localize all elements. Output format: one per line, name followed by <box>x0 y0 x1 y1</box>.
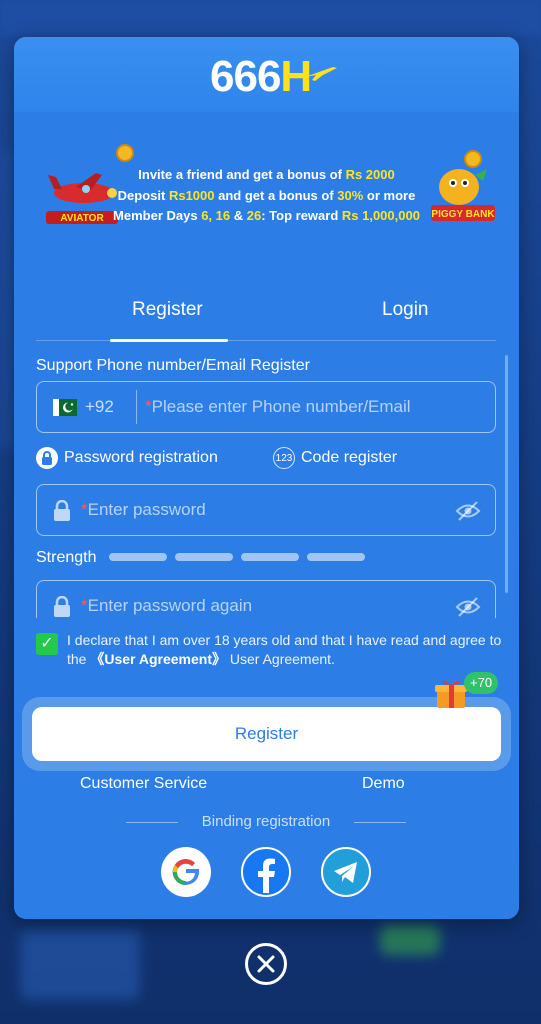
user-agreement-link[interactable]: 《User Agreement》 <box>90 651 226 667</box>
close-icon <box>257 955 275 973</box>
agree-checkbox[interactable]: ✓ <box>36 633 58 655</box>
register-button[interactable]: Register <box>32 707 501 761</box>
tab-register[interactable]: Register <box>132 299 203 321</box>
eye-hidden-icon[interactable] <box>455 500 481 522</box>
logo-text: 666 <box>210 52 281 101</box>
brand-logo: 666 H <box>210 55 339 99</box>
demo-link[interactable]: Demo <box>362 775 405 793</box>
field-divider <box>136 390 137 424</box>
strength-label: Strength <box>36 549 97 566</box>
form-scrollbar[interactable] <box>505 355 508 593</box>
phone-email-field[interactable]: +92 *Please enter Phone number/Email <box>36 381 496 433</box>
support-label: Support Phone number/Email Register <box>36 357 310 374</box>
telegram-icon <box>334 862 357 883</box>
lock-icon <box>54 596 70 617</box>
binding-line-right <box>354 822 406 823</box>
auth-tabs: Register Login <box>36 287 496 342</box>
piggy-label: PIGGY BANK <box>431 209 495 220</box>
google-login-button[interactable] <box>161 847 211 897</box>
strength-segment <box>109 553 167 561</box>
strength-segment <box>307 553 365 561</box>
background-top-bar <box>0 0 541 36</box>
background-blur-block <box>0 150 14 450</box>
country-code[interactable]: +92 <box>85 397 114 417</box>
password-again-placeholder: *Enter password again <box>81 596 253 615</box>
bonus-badge: +70 <box>464 672 499 694</box>
strength-segment <box>241 553 299 561</box>
customer-service-link[interactable]: Customer Service <box>80 775 207 793</box>
piggy-bank-icon: PIGGY BANK <box>431 150 495 221</box>
modal-header: 666 H <box>14 37 519 112</box>
telegram-login-button[interactable] <box>321 847 371 897</box>
eye-hidden-icon[interactable] <box>455 596 481 618</box>
mode-password-registration[interactable]: Password registration <box>36 447 218 469</box>
lock-icon <box>36 447 58 469</box>
pakistan-flag-icon <box>53 399 77 416</box>
facebook-icon <box>258 858 275 893</box>
background-blur-block <box>20 930 140 1000</box>
mode-code-register[interactable]: 123 Code register <box>273 447 397 469</box>
google-icon <box>172 859 200 886</box>
facebook-login-button[interactable] <box>241 847 291 897</box>
code-123-icon: 123 <box>273 447 295 469</box>
gift-icon <box>435 680 467 708</box>
lock-icon <box>54 500 70 521</box>
password-placeholder: *Enter password <box>81 500 206 519</box>
close-modal-button[interactable] <box>245 943 287 985</box>
phone-placeholder: *Please enter Phone number/Email <box>145 397 411 416</box>
active-tab-indicator <box>110 339 228 342</box>
password-field[interactable]: *Enter password <box>36 484 496 536</box>
binding-registration: Binding registration <box>126 813 406 831</box>
password-again-field[interactable]: *Enter password again <box>36 580 496 618</box>
plane-icon <box>305 67 338 81</box>
register-modal: 666 H AVIATOR Invite a friend and get a … <box>14 37 519 919</box>
strength-segment <box>175 553 233 561</box>
mode-password-label: Password registration <box>64 449 218 466</box>
tab-login[interactable]: Login <box>382 299 429 321</box>
background-blur-block <box>380 925 440 955</box>
agreement-text: I declare that I am over 18 years old an… <box>67 632 502 667</box>
mode-code-label: Code register <box>301 449 398 466</box>
